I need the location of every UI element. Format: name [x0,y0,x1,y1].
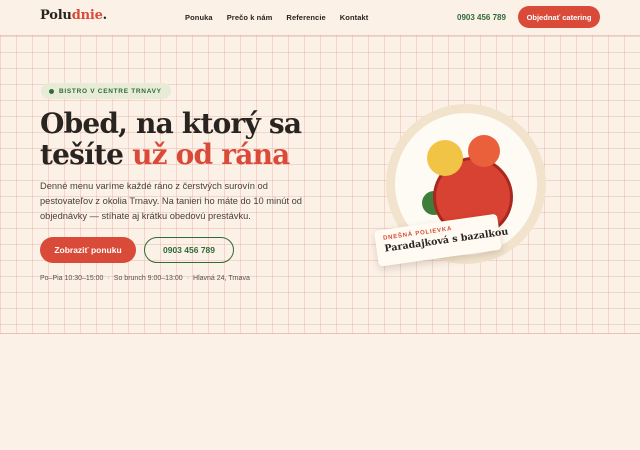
order-catering-button[interactable]: Objednať catering [518,6,600,28]
logo-accent: dnie [71,8,103,23]
headline-line2-plain: tešíte [40,138,124,171]
nav-item-referencie[interactable]: Referencie [286,13,325,22]
main-nav: Ponuka Prečo k nám Referencie Kontakt [185,13,368,22]
meta-separator: · [107,275,110,282]
meta-separator: · [186,275,190,282]
header-phone-link[interactable]: 0903 456 789 [457,13,506,22]
location-badge: BISTRO V CENTRE TRNAVY [41,83,171,99]
hours-saturday: So brunch 9:00–13:00 [113,275,183,282]
badge-label: BISTRO V CENTRE TRNAVY [59,87,162,95]
show-menu-button[interactable]: Zobraziť ponuku [40,237,136,263]
logo[interactable]: Poludnie. [40,8,107,23]
logo-main: Polu [40,8,72,23]
call-phone-button[interactable]: 0903 456 789 [144,237,234,263]
opening-info: Po–Pia 10:30–15:00 · So brunch 9:00–13:0… [40,275,250,282]
yellow-pepper-icon [427,140,463,176]
headline-line2-accent: už od rána [132,138,290,171]
nav-item-kontakt[interactable]: Kontakt [340,13,369,22]
site-header: Poludnie. Ponuka Prečo k nám Referencie … [0,0,640,35]
orange-tomato-icon [468,135,500,167]
nav-item-preco-k-nam[interactable]: Prečo k nám [227,13,273,22]
hero-headline: Obed, na ktorý sa tešíte už od rána [40,108,340,170]
headline-line1: Obed, na ktorý sa [40,107,302,140]
badge-dot-icon [49,88,54,94]
logo-dot: . [102,8,108,23]
hours-weekday: Po–Pia 10:30–15:00 [40,275,104,282]
address: Hlavná 24, Trnava [193,275,250,282]
nav-item-ponuka[interactable]: Ponuka [185,13,213,22]
hero-description: Denné menu varíme každé ráno z čerstvých… [40,181,302,221]
